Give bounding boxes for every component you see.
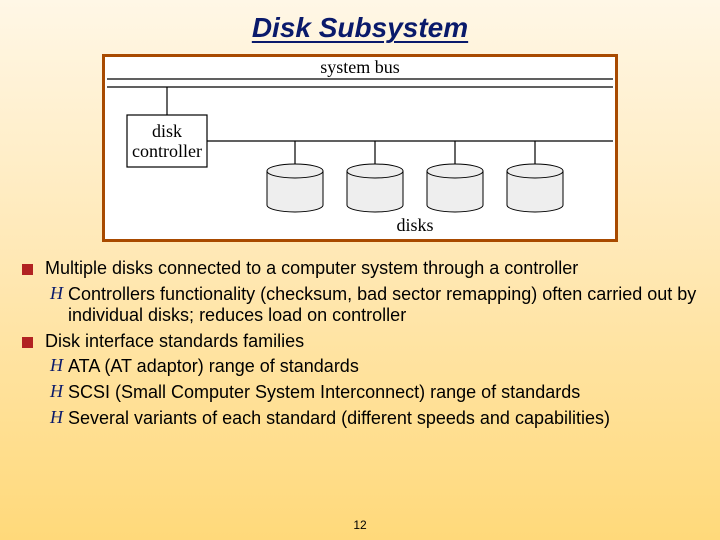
disk-1 bbox=[267, 141, 323, 212]
bullet-level2: H SCSI (Small Computer System Interconne… bbox=[50, 382, 698, 404]
bullet-level1: Multiple disks connected to a computer s… bbox=[22, 258, 698, 280]
bullet-text: Several variants of each standard (diffe… bbox=[68, 408, 698, 430]
disk-controller-label-1: disk bbox=[152, 121, 182, 141]
bullet-level1: Disk interface standards families bbox=[22, 331, 698, 353]
bullet-text: ATA (AT adaptor) range of standards bbox=[68, 356, 698, 378]
disk-2 bbox=[347, 141, 403, 212]
bullet-text: Controllers functionality (checksum, bad… bbox=[68, 284, 698, 327]
disk-4 bbox=[507, 141, 563, 212]
script-h-icon: H bbox=[50, 356, 68, 378]
system-bus-label: system bus bbox=[320, 57, 400, 77]
script-h-icon: H bbox=[50, 408, 68, 430]
bullet-text: Disk interface standards families bbox=[45, 331, 698, 353]
disk-3 bbox=[427, 141, 483, 212]
disk-subsystem-diagram: system bus disk controller bbox=[105, 57, 615, 239]
bullet-content: Multiple disks connected to a computer s… bbox=[22, 258, 698, 433]
script-h-icon: H bbox=[50, 382, 68, 404]
bullet-level2: H Several variants of each standard (dif… bbox=[50, 408, 698, 430]
bullet-level2: H Controllers functionality (checksum, b… bbox=[50, 284, 698, 327]
bullet-level2: H ATA (AT adaptor) range of standards bbox=[50, 356, 698, 378]
square-bullet-icon bbox=[22, 264, 33, 275]
diagram-frame: system bus disk controller bbox=[102, 54, 618, 242]
slide-title: Disk Subsystem bbox=[0, 0, 720, 44]
script-h-icon: H bbox=[50, 284, 68, 327]
disk-controller-label-2: controller bbox=[132, 141, 202, 161]
bullet-text: SCSI (Small Computer System Interconnect… bbox=[68, 382, 698, 404]
page-number: 12 bbox=[0, 518, 720, 532]
bullet-text: Multiple disks connected to a computer s… bbox=[45, 258, 698, 280]
square-bullet-icon bbox=[22, 337, 33, 348]
disks-label: disks bbox=[396, 215, 433, 235]
